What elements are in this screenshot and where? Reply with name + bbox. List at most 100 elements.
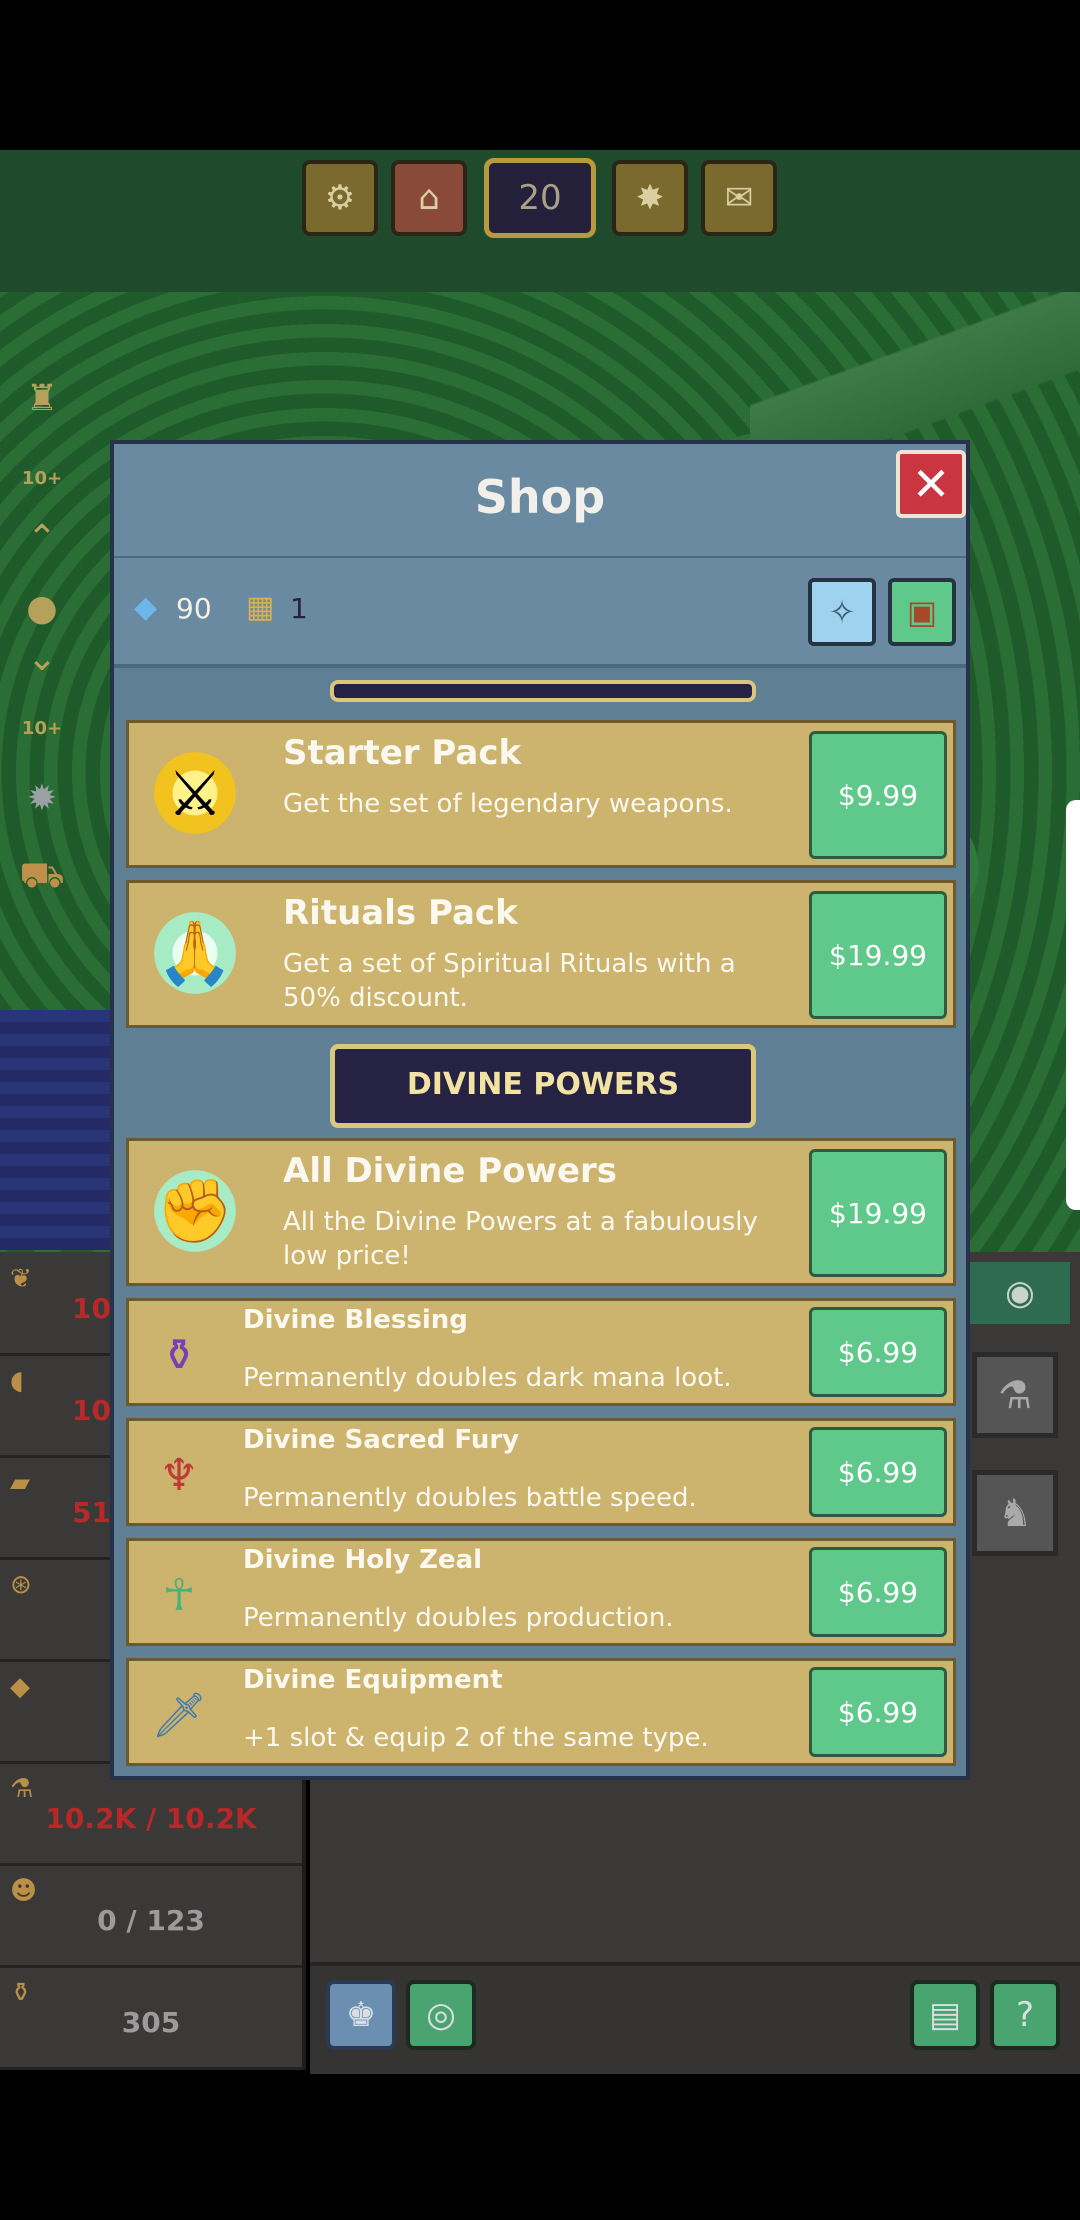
buy-button-divine-sacred-fury[interactable]: $6.99	[809, 1427, 947, 1517]
water-decor	[0, 1010, 120, 1250]
shop-header: Shop ✕	[114, 444, 966, 559]
flask-icon: ⚗	[997, 1373, 1033, 1417]
buy-button-all-divine-powers[interactable]: $19.99	[809, 1149, 947, 1277]
buy-button-divine-holy-zeal[interactable]: $6.99	[809, 1547, 947, 1637]
tab-divine[interactable]: ✧	[808, 578, 876, 646]
item-name: Rituals Pack	[283, 893, 518, 933]
praying-hands-50x-icon: 🙏	[143, 901, 247, 1005]
chest-button[interactable]: ▤	[910, 1980, 980, 2050]
edge-panel-handle[interactable]	[1066, 800, 1080, 1210]
portal-button[interactable]: ◎	[406, 1980, 476, 2050]
item-desc: Get the set of legendary weapons.	[283, 789, 733, 819]
stat-row: ☻ 0 / 123	[0, 1868, 302, 1968]
raised-fist-icon: ✊	[143, 1159, 247, 1263]
iron-icon: ▰	[10, 1468, 30, 1498]
star-badge-icon: ✸	[635, 178, 665, 218]
sawblade-icon[interactable]: ✹	[14, 770, 70, 826]
portal-icon: ◎	[426, 1995, 456, 2035]
shop-modal: Shop ✕ ◆ 90 ▦ 1 ✧ ▣ ⚔ Starter Pack Get t…	[110, 440, 970, 1780]
angel-2x-icon: ☥	[162, 1569, 196, 1621]
mountain-decor	[750, 292, 1080, 452]
armor-icon: ♞	[997, 1491, 1033, 1535]
shop-item-rituals-pack: 🙏 Rituals Pack Get a set of Spiritual Ri…	[126, 880, 956, 1028]
speech-bubble-icon: ✉	[724, 178, 754, 218]
ticket-count: 1	[290, 592, 308, 625]
king-button[interactable]: ♚	[326, 1980, 396, 2050]
item-name: Divine Holy Zeal	[243, 1545, 483, 1575]
armor-slot[interactable]: ♞	[972, 1470, 1058, 1556]
chest-icon: ▤	[928, 1995, 962, 2035]
wood-icon: ◖	[10, 1366, 24, 1396]
section-banner-top	[330, 680, 756, 702]
flask-slot[interactable]: ⚗	[972, 1352, 1058, 1438]
item-desc: Permanently doubles production.	[243, 1603, 674, 1633]
buy-button-divine-equipment[interactable]: $6.99	[809, 1667, 947, 1757]
item-desc: Permanently doubles battle speed.	[243, 1483, 697, 1513]
worker-icon: ☻	[10, 1876, 38, 1906]
market-button[interactable]: ⌂	[391, 160, 467, 236]
crown-icon: ♚	[345, 1995, 377, 2035]
castle-icon[interactable]: ♜	[14, 370, 70, 426]
close-button[interactable]: ✕	[896, 450, 966, 518]
stat-row: ⚗ 10.2K / 10.2K	[0, 1766, 302, 1866]
pouch-icon: ⊛	[10, 1570, 32, 1600]
shop-item-all-divine-powers: ✊ All Divine Powers All the Divine Power…	[126, 1138, 956, 1286]
chat-button[interactable]: ✉	[701, 160, 777, 236]
item-name: All Divine Powers	[283, 1151, 618, 1191]
shop-item-divine-sacred-fury: ♆ Divine Sacred Fury Permanently doubles…	[126, 1418, 956, 1526]
stat-value: 305	[121, 2006, 181, 2039]
currency-bar: ◆ 90 ▦ 1 ✧ ▣	[114, 558, 966, 668]
ticket-icon: ▦	[246, 590, 275, 625]
mana-potion-2x-icon: ⚱	[160, 1329, 198, 1381]
level-indicator: 20	[484, 158, 596, 238]
item-name: Divine Blessing	[243, 1305, 468, 1335]
cart-icon[interactable]: ⛟	[14, 850, 70, 906]
buy-button-divine-blessing[interactable]: $6.99	[809, 1307, 947, 1397]
potion-icon: ⚗	[10, 1774, 34, 1804]
winged-figure-icon: ✧	[828, 593, 856, 631]
shop-title: Shop	[474, 470, 606, 524]
section-banner-divine-powers: DIVINE POWERS	[330, 1044, 756, 1128]
chevron-down-icon[interactable]: ⌄	[14, 630, 70, 686]
close-icon: ✕	[911, 457, 951, 511]
help-button[interactable]: ?	[990, 1980, 1060, 2050]
winged-demon-2x-icon: ♆	[159, 1449, 199, 1501]
scroll-badge-top: 10+	[21, 467, 63, 489]
settings-button[interactable]: ⚙	[302, 160, 378, 236]
shop-item-divine-equipment: 🗡 Divine Equipment +1 slot & equip 2 of …	[126, 1658, 956, 1766]
item-desc: All the Divine Powers at a fabulously lo…	[283, 1207, 758, 1271]
item-name: Starter Pack	[283, 733, 522, 773]
buy-button-starter-pack[interactable]: $9.99	[809, 731, 947, 859]
eye-icon[interactable]: ◉	[970, 1262, 1070, 1324]
center-dot-icon[interactable]: ●	[14, 580, 70, 636]
shop-item-divine-holy-zeal: ☥ Divine Holy Zeal Permanently doubles p…	[126, 1538, 956, 1646]
crystal-count: 90	[176, 592, 212, 625]
item-desc: Get a set of Spiritual Rituals with a 50…	[283, 949, 736, 1013]
wheat-icon: ❦	[10, 1264, 32, 1294]
buy-button-rituals-pack[interactable]: $19.99	[809, 891, 947, 1019]
crystal-icon: ◆	[134, 590, 158, 625]
market-stall-icon: ⌂	[418, 178, 440, 218]
tab-chests[interactable]: ▣	[888, 578, 956, 646]
scroll-down-10-button[interactable]: 10+	[14, 700, 70, 756]
mana-icon: ⚱	[10, 1978, 32, 2008]
rank-button[interactable]: ✸	[612, 160, 688, 236]
sword-icon: 🗡	[151, 1690, 207, 1741]
scroll-up-10-button[interactable]: 10+	[14, 450, 70, 506]
treasure-chest-icon: ▣	[906, 593, 938, 631]
shop-item-starter-pack: ⚔ Starter Pack Get the set of legendary …	[126, 720, 956, 868]
stat-value: 10	[72, 1292, 111, 1325]
hero-sword-icon: ⚔	[143, 741, 247, 845]
stat-value: 10	[72, 1394, 111, 1427]
scroll-badge-bottom: 10+	[21, 717, 63, 739]
item-desc: Permanently doubles dark mana loot.	[243, 1363, 732, 1393]
question-icon: ?	[1015, 1995, 1035, 2035]
stat-value: 0 / 123	[97, 1904, 205, 1937]
level-value: 20	[518, 178, 562, 218]
chevron-up-icon[interactable]: ⌃	[14, 510, 70, 566]
gear-icon: ⚙	[324, 178, 356, 218]
item-name: Divine Equipment	[243, 1665, 503, 1695]
shop-item-divine-blessing: ⚱ Divine Blessing Permanently doubles da…	[126, 1298, 956, 1406]
stat-value: 10.2K / 10.2K	[45, 1802, 257, 1835]
gem-icon: ◆	[10, 1672, 30, 1702]
